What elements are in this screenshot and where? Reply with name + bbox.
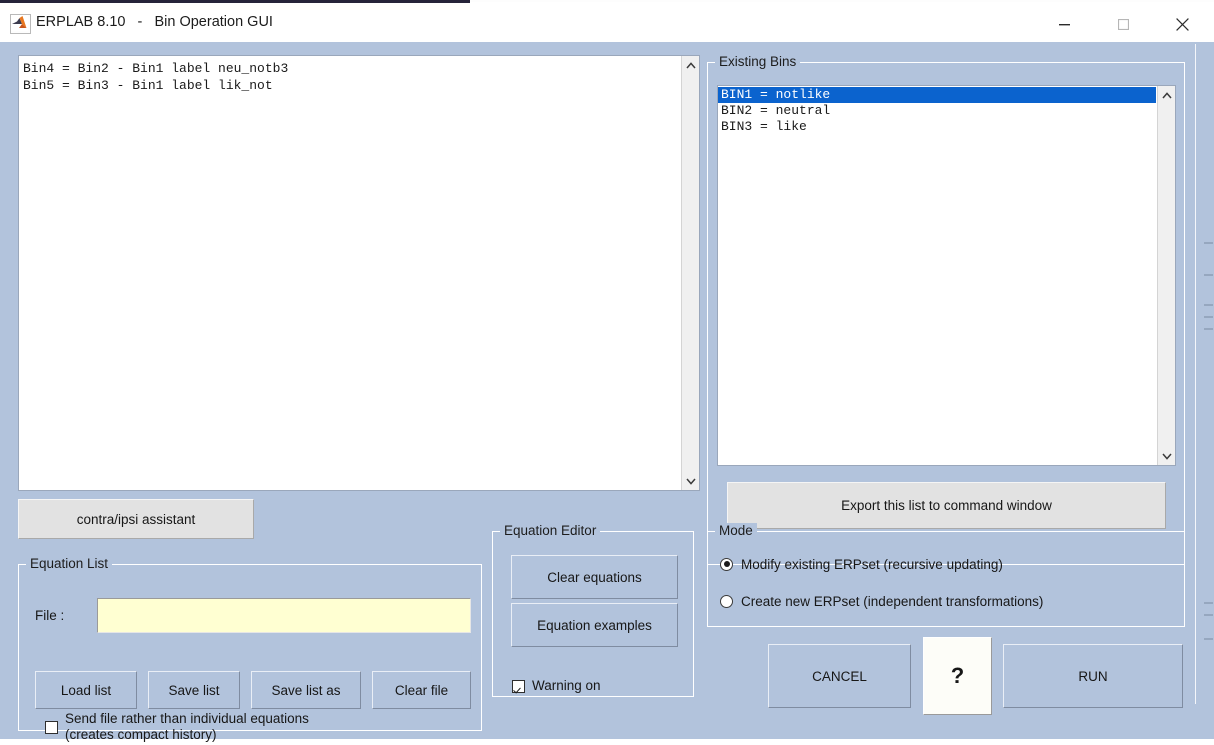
export-list-button[interactable]: Export this list to command window [727,482,1166,529]
minimize-button[interactable] [1041,6,1087,42]
bin-operation-dialog: Bin4 = Bin2 - Bin1 label neu_notb3 Bin5 … [0,42,1214,742]
page-title: ERPLAB 8.10 - Bin Operation GUI [36,14,273,30]
radio-box[interactable] [720,557,733,571]
mode-option-modify-label: Modify existing ERPset (recursive updati… [741,556,1003,572]
mode-title: Mode [715,523,757,538]
list-item[interactable]: BIN3 = like [718,119,1156,135]
equation-list-title: Equation List [26,556,113,571]
clear-equations-button[interactable]: Clear equations [511,555,678,599]
existing-bins-group: Existing Bins BIN1 = notlike BIN2 = neut… [707,54,1185,565]
bins-list-scrollbar[interactable] [1157,86,1175,465]
equations-scrollbar[interactable] [681,56,699,490]
minimize-icon [1058,23,1070,25]
checkbox-box[interactable] [512,679,525,693]
close-button[interactable] [1159,6,1205,42]
list-item[interactable]: BIN1 = notlike [718,87,1156,103]
chevron-down-icon [1162,453,1172,460]
chevron-up-icon [1162,91,1172,98]
background-window-edge [470,0,1214,2]
maximize-icon [1117,18,1129,30]
scroll-down-button[interactable] [1158,447,1175,465]
list-item[interactable]: BIN2 = neutral [718,103,1156,119]
close-icon [1175,17,1189,31]
existing-bins-list[interactable]: BIN1 = notlike BIN2 = neutral BIN3 = lik… [717,85,1176,466]
file-input[interactable] [97,598,471,633]
scroll-up-button[interactable] [1158,86,1175,104]
help-button[interactable]: ? [923,637,992,715]
equations-textarea[interactable]: Bin4 = Bin2 - Bin1 label neu_notb3 Bin5 … [18,55,700,491]
mode-option-create-label: Create new ERPset (independent transform… [741,593,1044,609]
scroll-down-button[interactable] [682,472,699,490]
mode-option-create[interactable]: Create new ERPset (independent transform… [720,591,1043,611]
clear-file-button[interactable]: Clear file [372,671,471,709]
cancel-button[interactable]: CANCEL [768,644,911,708]
mode-group: Mode Modify existing ERPset (recursive u… [707,523,1185,627]
equation-editor-group: Equation Editor Clear equations Equation… [492,523,694,697]
checkbox-box[interactable] [45,720,58,734]
bins-list-items: BIN1 = notlike BIN2 = neutral BIN3 = lik… [718,87,1156,135]
send-file-checkbox-label: Send file rather than individual equatio… [65,711,309,742]
title-bar: ERPLAB 8.10 - Bin Operation GUI [0,3,1214,43]
contra-ipsi-assistant-button[interactable]: contra/ipsi assistant [18,499,254,539]
equation-examples-button[interactable]: Equation examples [511,603,678,647]
matlab-icon [10,14,31,34]
chevron-up-icon [686,61,696,68]
equations-text: Bin4 = Bin2 - Bin1 label neu_notb3 Bin5 … [23,61,289,93]
equation-editor-title: Equation Editor [500,523,601,538]
warning-on-checkbox[interactable]: Warning on [512,676,601,696]
scroll-up-button[interactable] [682,56,699,74]
send-file-checkbox[interactable]: Send file rather than individual equatio… [45,709,465,745]
maximize-button[interactable] [1100,6,1146,42]
chevron-down-icon [686,478,696,485]
equation-list-group: Equation List File : Load list Save list… [18,556,482,742]
clipped-window-edge [1192,42,1214,739]
radio-box[interactable] [720,594,733,608]
save-list-as-button[interactable]: Save list as [251,671,361,709]
load-list-button[interactable]: Load list [35,671,137,709]
existing-bins-title: Existing Bins [715,54,801,69]
save-list-button[interactable]: Save list [148,671,240,709]
mode-option-modify[interactable]: Modify existing ERPset (recursive updati… [720,554,1003,574]
file-label: File : [35,608,65,623]
run-button[interactable]: RUN [1003,644,1183,708]
warning-on-label: Warning on [532,678,601,693]
